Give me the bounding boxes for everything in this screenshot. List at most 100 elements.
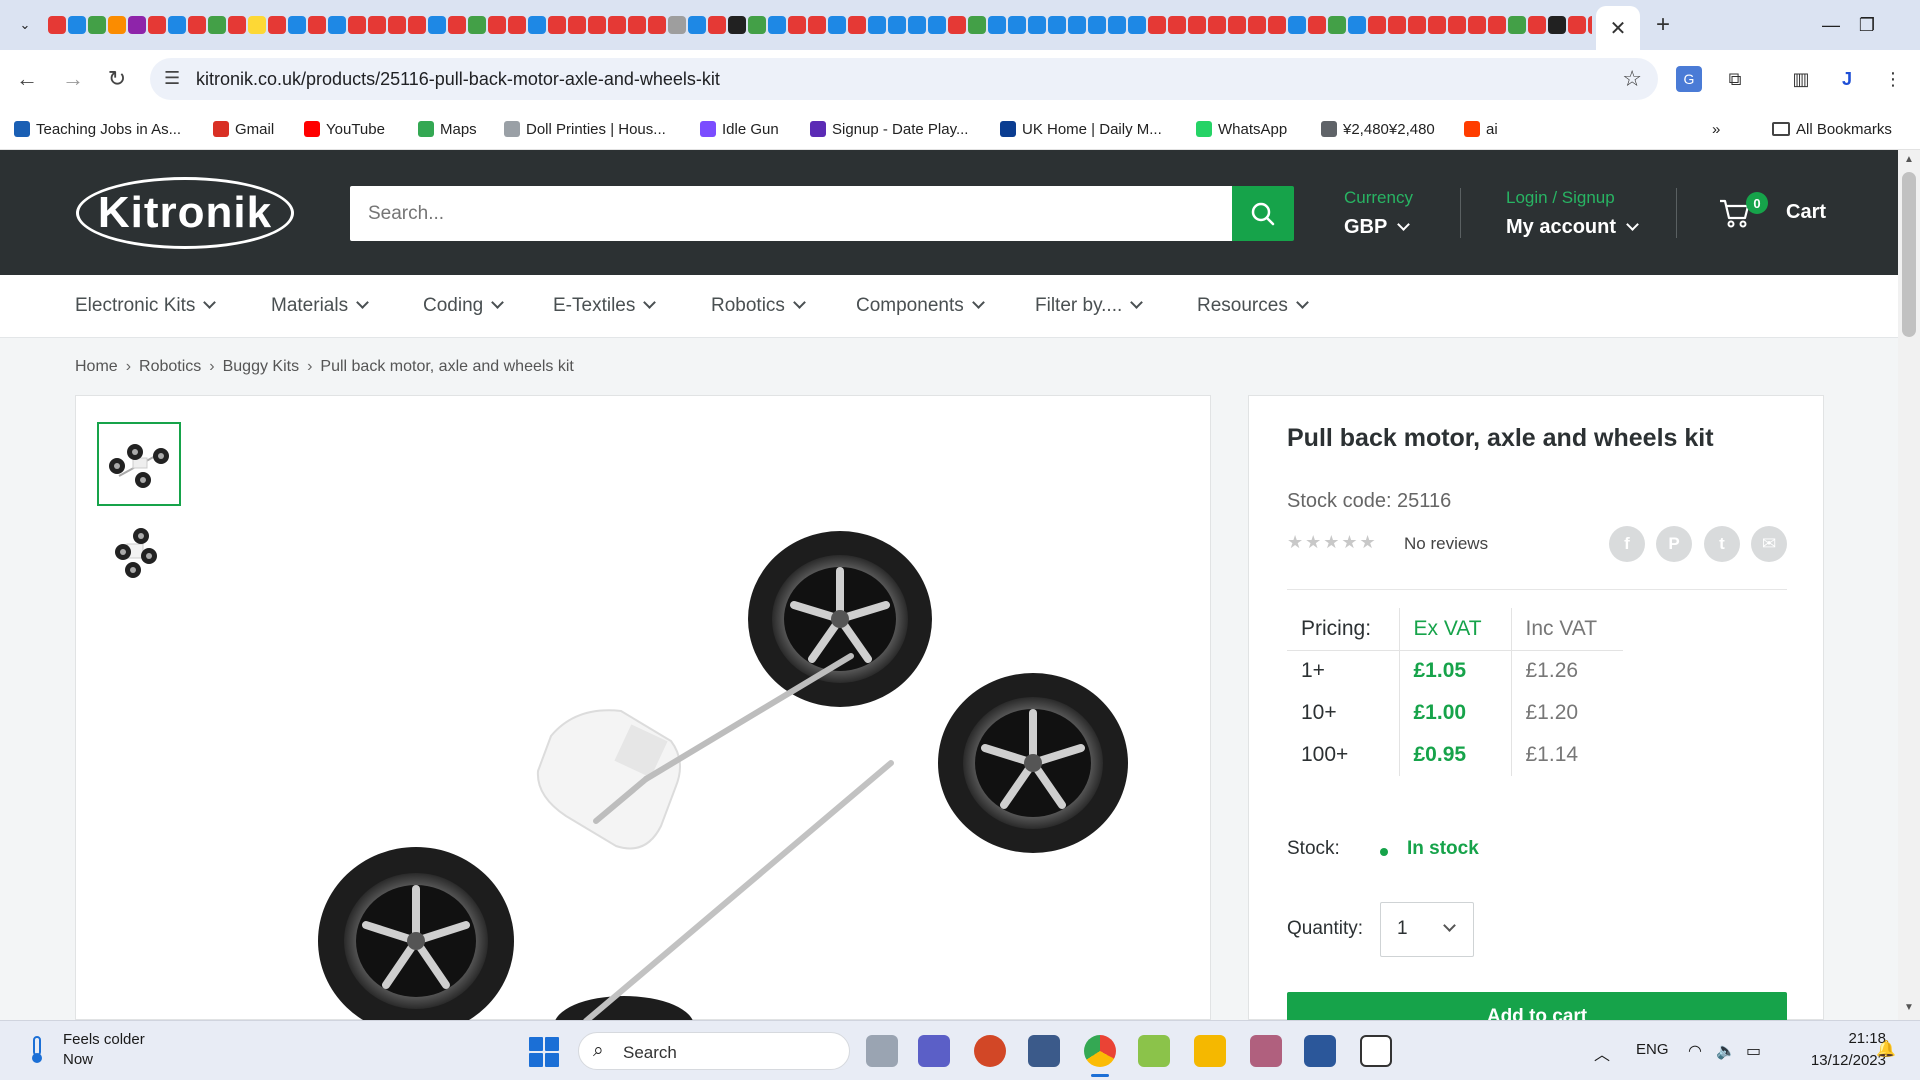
tab-favicon-icon[interactable] bbox=[1368, 16, 1386, 34]
product-thumbnail-2[interactable] bbox=[97, 512, 181, 596]
bookmark-item[interactable]: Teaching Jobs in As... bbox=[14, 119, 181, 139]
tab-favicon-icon[interactable] bbox=[1428, 16, 1446, 34]
nav-menu-item[interactable]: Resources bbox=[1197, 295, 1309, 317]
tab-favicon-icon[interactable] bbox=[988, 16, 1006, 34]
tab-favicon-icon[interactable] bbox=[488, 16, 506, 34]
tab-close-icon[interactable]: ✕ bbox=[1610, 16, 1627, 41]
chrome-icon[interactable] bbox=[1084, 1035, 1116, 1067]
tab-favicon-icon[interactable] bbox=[288, 16, 306, 34]
nav-menu-item[interactable]: Electronic Kits bbox=[75, 295, 217, 317]
tab-favicon-icon[interactable] bbox=[648, 16, 666, 34]
show-hidden-icons[interactable]: ︿ bbox=[1594, 1041, 1610, 1065]
facebook-share-icon[interactable]: f bbox=[1609, 526, 1645, 562]
tab-favicon-icon[interactable] bbox=[768, 16, 786, 34]
tab-favicon-icon[interactable] bbox=[48, 16, 66, 34]
scrollbar-thumb[interactable] bbox=[1902, 172, 1916, 337]
tab-favicon-icon[interactable] bbox=[368, 16, 386, 34]
email-share-icon[interactable]: ✉ bbox=[1751, 526, 1787, 562]
bookmark-item[interactable]: Signup - Date Play... bbox=[810, 119, 968, 139]
tab-favicon-icon[interactable] bbox=[1088, 16, 1106, 34]
snipping-tool-icon[interactable] bbox=[1028, 1035, 1060, 1067]
tab-favicon-icon[interactable] bbox=[448, 16, 466, 34]
bookmark-item[interactable]: Gmail bbox=[213, 119, 274, 139]
taskbar-search[interactable]: ⌕ Search bbox=[578, 1032, 850, 1070]
profile-icon[interactable]: J bbox=[1834, 66, 1860, 92]
weather-text[interactable]: Feels colder bbox=[63, 1031, 145, 1048]
page-scrollbar[interactable]: ▲ ▼ bbox=[1898, 150, 1920, 1020]
tab-favicon-icon[interactable] bbox=[428, 16, 446, 34]
tab-favicon-icon[interactable] bbox=[328, 16, 346, 34]
tab-favicon-icon[interactable] bbox=[728, 16, 746, 34]
tab-favicon-icon[interactable] bbox=[1468, 16, 1486, 34]
tab-favicon-icon[interactable] bbox=[928, 16, 946, 34]
bookmark-item[interactable]: UK Home | Daily M... bbox=[1000, 119, 1162, 139]
weather-subtext[interactable]: Now bbox=[63, 1051, 93, 1068]
store-icon[interactable] bbox=[1360, 1035, 1392, 1067]
battery-icon[interactable]: ▭ bbox=[1746, 1041, 1761, 1061]
breadcrumb-item[interactable]: Robotics bbox=[139, 358, 201, 375]
menu-icon[interactable]: ⋮ bbox=[1880, 66, 1906, 92]
currency-selector[interactable]: GBP bbox=[1344, 216, 1411, 239]
restore-icon[interactable]: ❐ bbox=[1852, 10, 1882, 40]
tab-favicon-icon[interactable] bbox=[1048, 16, 1066, 34]
tab-favicon-icon[interactable] bbox=[1408, 16, 1426, 34]
tab-favicon-icon[interactable] bbox=[1168, 16, 1186, 34]
tab-favicon-icon[interactable] bbox=[128, 16, 146, 34]
tab-favicon-icon[interactable] bbox=[1228, 16, 1246, 34]
extensions-icon[interactable]: ⧉ bbox=[1722, 66, 1748, 92]
quantity-select[interactable]: 1 bbox=[1380, 902, 1474, 957]
tab-favicon-icon[interactable] bbox=[1328, 16, 1346, 34]
login-signup-link[interactable]: Login / Signup bbox=[1506, 188, 1615, 208]
notifications-icon[interactable]: 🔔 bbox=[1876, 1039, 1896, 1059]
active-tab[interactable]: ✕ bbox=[1596, 6, 1640, 50]
tab-favicon-icon[interactable] bbox=[548, 16, 566, 34]
minimize-icon[interactable]: — bbox=[1811, 10, 1851, 40]
cart-link[interactable]: Cart bbox=[1786, 201, 1826, 224]
tab-favicon-icon[interactable] bbox=[1448, 16, 1466, 34]
tab-search-icon[interactable]: ⌄ bbox=[12, 12, 38, 38]
rating-stars[interactable]: ★★★★★ bbox=[1287, 532, 1378, 553]
site-info-icon[interactable]: ☰ bbox=[164, 68, 180, 89]
tab-favicon-icon[interactable] bbox=[608, 16, 626, 34]
tab-favicon-icon[interactable] bbox=[888, 16, 906, 34]
anime-app-icon[interactable] bbox=[1250, 1035, 1282, 1067]
new-tab-button[interactable]: + bbox=[1650, 11, 1676, 38]
tab-favicon-icon[interactable] bbox=[1288, 16, 1306, 34]
tab-favicon-icon[interactable] bbox=[588, 16, 606, 34]
tab-favicon-icon[interactable] bbox=[1388, 16, 1406, 34]
breadcrumb-item[interactable]: Buggy Kits bbox=[223, 358, 299, 375]
windows-start-icon[interactable] bbox=[529, 1037, 559, 1067]
translate-extension-icon[interactable]: G bbox=[1676, 66, 1702, 92]
tab-favicon-icon[interactable] bbox=[1208, 16, 1226, 34]
tab-favicon-icon[interactable] bbox=[968, 16, 986, 34]
tab-favicon-icon[interactable] bbox=[788, 16, 806, 34]
task-view-icon[interactable] bbox=[866, 1035, 898, 1067]
nav-menu-item[interactable]: E-Textiles bbox=[553, 295, 657, 317]
tab-favicon-icon[interactable] bbox=[268, 16, 286, 34]
tab-favicon-icon[interactable] bbox=[168, 16, 186, 34]
nav-menu-item[interactable]: Coding bbox=[423, 295, 505, 317]
tab-favicon-icon[interactable] bbox=[348, 16, 366, 34]
powerpoint-icon[interactable] bbox=[974, 1035, 1006, 1067]
bookmark-item[interactable]: Doll Printies | Hous... bbox=[504, 119, 666, 139]
thermometer-icon[interactable] bbox=[26, 1035, 48, 1065]
tab-favicon-icon[interactable] bbox=[1588, 16, 1592, 34]
tab-favicon-icon[interactable] bbox=[1028, 16, 1046, 34]
tab-favicon-icon[interactable] bbox=[1308, 16, 1326, 34]
forward-icon[interactable]: → bbox=[56, 62, 90, 96]
nav-menu-item[interactable]: Components bbox=[856, 295, 985, 317]
tab-favicon-icon[interactable] bbox=[948, 16, 966, 34]
my-account-menu[interactable]: My account bbox=[1506, 216, 1639, 239]
tab-favicon-icon[interactable] bbox=[308, 16, 326, 34]
address-bar[interactable]: ☰ kitronik.co.uk/products/25116-pull-bac… bbox=[150, 58, 1658, 100]
tab-favicon-icon[interactable] bbox=[88, 16, 106, 34]
tab-favicon-icon[interactable] bbox=[68, 16, 86, 34]
back-icon[interactable]: ← bbox=[10, 62, 44, 96]
tab-favicon-icon[interactable] bbox=[248, 16, 266, 34]
nav-menu-item[interactable]: Materials bbox=[271, 295, 369, 317]
bookmarks-overflow-icon[interactable]: » bbox=[1712, 119, 1720, 139]
all-bookmarks[interactable]: All Bookmarks bbox=[1772, 119, 1892, 139]
tab-favicons[interactable] bbox=[48, 13, 1592, 37]
tab-favicon-icon[interactable] bbox=[528, 16, 546, 34]
kitronik-logo[interactable]: Kitronik bbox=[76, 177, 294, 249]
